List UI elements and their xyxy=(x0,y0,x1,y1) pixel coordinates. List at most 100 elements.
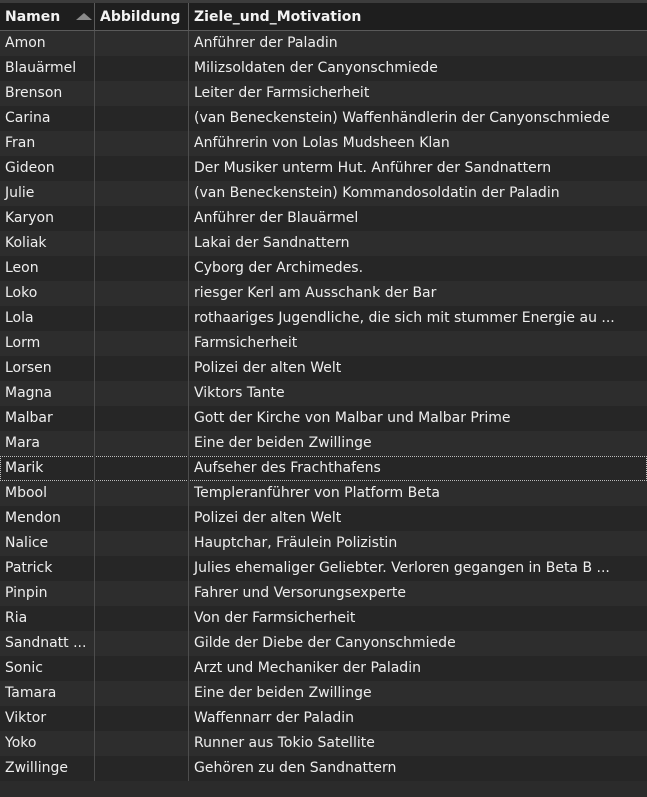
column-header-ziele[interactable]: Ziele_und_Motivation xyxy=(188,3,647,31)
cell-ziele[interactable]: Julies ehemaliger Geliebter. Verloren ge… xyxy=(188,556,647,581)
cell-ziele[interactable]: Anführer der Paladin xyxy=(188,31,647,56)
cell-abbildung[interactable] xyxy=(94,706,188,731)
table-row[interactable]: Lorsen Polizei der alten Welt xyxy=(0,356,647,381)
cell-abbildung[interactable] xyxy=(94,156,188,181)
cell-namen[interactable]: Koliak xyxy=(0,231,94,256)
cell-ziele[interactable]: Polizei der alten Welt xyxy=(188,506,647,531)
cell-namen[interactable]: Blauärmel xyxy=(0,56,94,81)
cell-ziele[interactable]: riesger Kerl am Ausschank der Bar xyxy=(188,281,647,306)
cell-namen[interactable]: Gideon xyxy=(0,156,94,181)
cell-namen[interactable]: Malbar xyxy=(0,406,94,431)
cell-ziele[interactable]: Farmsicherheit xyxy=(188,331,647,356)
cell-namen[interactable]: Tamara xyxy=(0,681,94,706)
cell-abbildung[interactable] xyxy=(94,281,188,306)
cell-namen[interactable]: Lola xyxy=(0,306,94,331)
cell-ziele[interactable]: Gehören zu den Sandnattern xyxy=(188,756,647,781)
cell-abbildung[interactable] xyxy=(94,231,188,256)
cell-ziele[interactable]: Hauptchar, Fräulein Polizistin xyxy=(188,531,647,556)
cell-namen[interactable]: Sonic xyxy=(0,656,94,681)
table-row[interactable]: Blauärmel Milizsoldaten der Canyonschmied… xyxy=(0,56,647,81)
cell-abbildung[interactable] xyxy=(94,381,188,406)
table-row[interactable]: Gideon Der Musiker unterm Hut. Anführer d… xyxy=(0,156,647,181)
cell-abbildung[interactable] xyxy=(94,181,188,206)
cell-abbildung[interactable] xyxy=(94,531,188,556)
cell-namen[interactable]: Carina xyxy=(0,106,94,131)
table-row[interactable]: Koliak Lakai der Sandnattern xyxy=(0,231,647,256)
cell-namen[interactable]: Mbool xyxy=(0,481,94,506)
table-row[interactable]: Brenson Leiter der Farmsicherheit xyxy=(0,81,647,106)
cell-namen[interactable]: Mara xyxy=(0,431,94,456)
table-row[interactable]: Loko riesger Kerl am Ausschank der Bar xyxy=(0,281,647,306)
cell-namen[interactable]: Magna xyxy=(0,381,94,406)
table-row[interactable]: Carina (van Beneckenstein) Waffenhändleri… xyxy=(0,106,647,131)
table-row[interactable]: Zwillinge Gehören zu den Sandnattern xyxy=(0,756,647,781)
cell-ziele[interactable]: Aufseher des Frachthafens xyxy=(188,456,647,481)
cell-ziele[interactable]: Der Musiker unterm Hut. Anführer der San… xyxy=(188,156,647,181)
cell-abbildung[interactable] xyxy=(94,656,188,681)
table-row[interactable]: Mara Eine der beiden Zwillinge xyxy=(0,431,647,456)
cell-abbildung[interactable] xyxy=(94,631,188,656)
cell-ziele[interactable]: Gott der Kirche von Malbar und Malbar Pr… xyxy=(188,406,647,431)
cell-ziele[interactable]: Anführerin von Lolas Mudsheen Klan xyxy=(188,131,647,156)
cell-ziele[interactable]: (van Beneckenstein) Waffenhändlerin der … xyxy=(188,106,647,131)
cell-ziele[interactable]: Waffennarr der Paladin xyxy=(188,706,647,731)
cell-namen[interactable]: Lorsen xyxy=(0,356,94,381)
cell-namen[interactable]: Pinpin xyxy=(0,581,94,606)
table-row[interactable]: Pinpin Fahrer und Versorungsexperte xyxy=(0,581,647,606)
cell-namen[interactable]: Sandnatt ... xyxy=(0,631,94,656)
cell-namen[interactable]: Brenson xyxy=(0,81,94,106)
table-row[interactable]: Fran Anführerin von Lolas Mudsheen Klan xyxy=(0,131,647,156)
cell-abbildung[interactable] xyxy=(94,131,188,156)
cell-abbildung[interactable] xyxy=(94,256,188,281)
cell-ziele[interactable]: Fahrer und Versorungsexperte xyxy=(188,581,647,606)
cell-abbildung[interactable] xyxy=(94,356,188,381)
cell-namen[interactable]: Ria xyxy=(0,606,94,631)
table-row[interactable]: Marik Aufseher des Frachthafens xyxy=(0,456,647,481)
cell-namen[interactable]: Zwillinge xyxy=(0,756,94,781)
cell-namen[interactable]: Fran xyxy=(0,131,94,156)
cell-ziele[interactable]: Cyborg der Archimedes. xyxy=(188,256,647,281)
cell-ziele[interactable]: Polizei der alten Welt xyxy=(188,356,647,381)
cell-ziele[interactable]: Arzt und Mechaniker der Paladin xyxy=(188,656,647,681)
cell-abbildung[interactable] xyxy=(94,506,188,531)
table-row[interactable]: Magna Viktors Tante xyxy=(0,381,647,406)
table-row[interactable]: Sandnatt ... Gilde der Diebe der Canyonsc… xyxy=(0,631,647,656)
table-row[interactable]: Ria Von der Farmsicherheit xyxy=(0,606,647,631)
table-row[interactable]: Yoko Runner aus Tokio Satellite xyxy=(0,731,647,756)
table-row[interactable]: Viktor Waffennarr der Paladin xyxy=(0,706,647,731)
cell-namen[interactable]: Patrick xyxy=(0,556,94,581)
cell-ziele[interactable]: Gilde der Diebe der Canyonschmiede xyxy=(188,631,647,656)
cell-abbildung[interactable] xyxy=(94,731,188,756)
cell-namen[interactable]: Lorm xyxy=(0,331,94,356)
cell-namen[interactable]: Marik xyxy=(0,456,94,481)
cell-ziele[interactable]: Eine der beiden Zwillinge xyxy=(188,681,647,706)
table-row[interactable]: Nalice Hauptchar, Fräulein Polizistin xyxy=(0,531,647,556)
table-row[interactable]: Lola rothaariges Jugendliche, die sich mi… xyxy=(0,306,647,331)
cell-abbildung[interactable] xyxy=(94,406,188,431)
table-row[interactable]: Mbool Templeranführer von Platform Beta xyxy=(0,481,647,506)
column-header-namen[interactable]: Namen xyxy=(0,3,94,31)
cell-abbildung[interactable] xyxy=(94,106,188,131)
cell-abbildung[interactable] xyxy=(94,306,188,331)
table-row[interactable]: Julie (van Beneckenstein) Kommandosoldati… xyxy=(0,181,647,206)
cell-abbildung[interactable] xyxy=(94,581,188,606)
cell-abbildung[interactable] xyxy=(94,331,188,356)
cell-namen[interactable]: Viktor xyxy=(0,706,94,731)
cell-abbildung[interactable] xyxy=(94,31,188,56)
cell-ziele[interactable]: Runner aus Tokio Satellite xyxy=(188,731,647,756)
cell-ziele[interactable]: rothaariges Jugendliche, die sich mit st… xyxy=(188,306,647,331)
cell-ziele[interactable]: Anführer der Blauärmel xyxy=(188,206,647,231)
cell-abbildung[interactable] xyxy=(94,756,188,781)
cell-abbildung[interactable] xyxy=(94,456,188,481)
table-row[interactable]: Lorm Farmsicherheit xyxy=(0,331,647,356)
table-row[interactable]: Patrick Julies ehemaliger Geliebter. Verl… xyxy=(0,556,647,581)
cell-namen[interactable]: Loko xyxy=(0,281,94,306)
column-header-abbildung[interactable]: Abbildung xyxy=(94,3,188,31)
cell-abbildung[interactable] xyxy=(94,206,188,231)
cell-abbildung[interactable] xyxy=(94,606,188,631)
cell-ziele[interactable]: Milizsoldaten der Canyonschmiede xyxy=(188,56,647,81)
cell-namen[interactable]: Mendon xyxy=(0,506,94,531)
cell-ziele[interactable]: Lakai der Sandnattern xyxy=(188,231,647,256)
table-row[interactable]: Tamara Eine der beiden Zwillinge xyxy=(0,681,647,706)
cell-namen[interactable]: Nalice xyxy=(0,531,94,556)
